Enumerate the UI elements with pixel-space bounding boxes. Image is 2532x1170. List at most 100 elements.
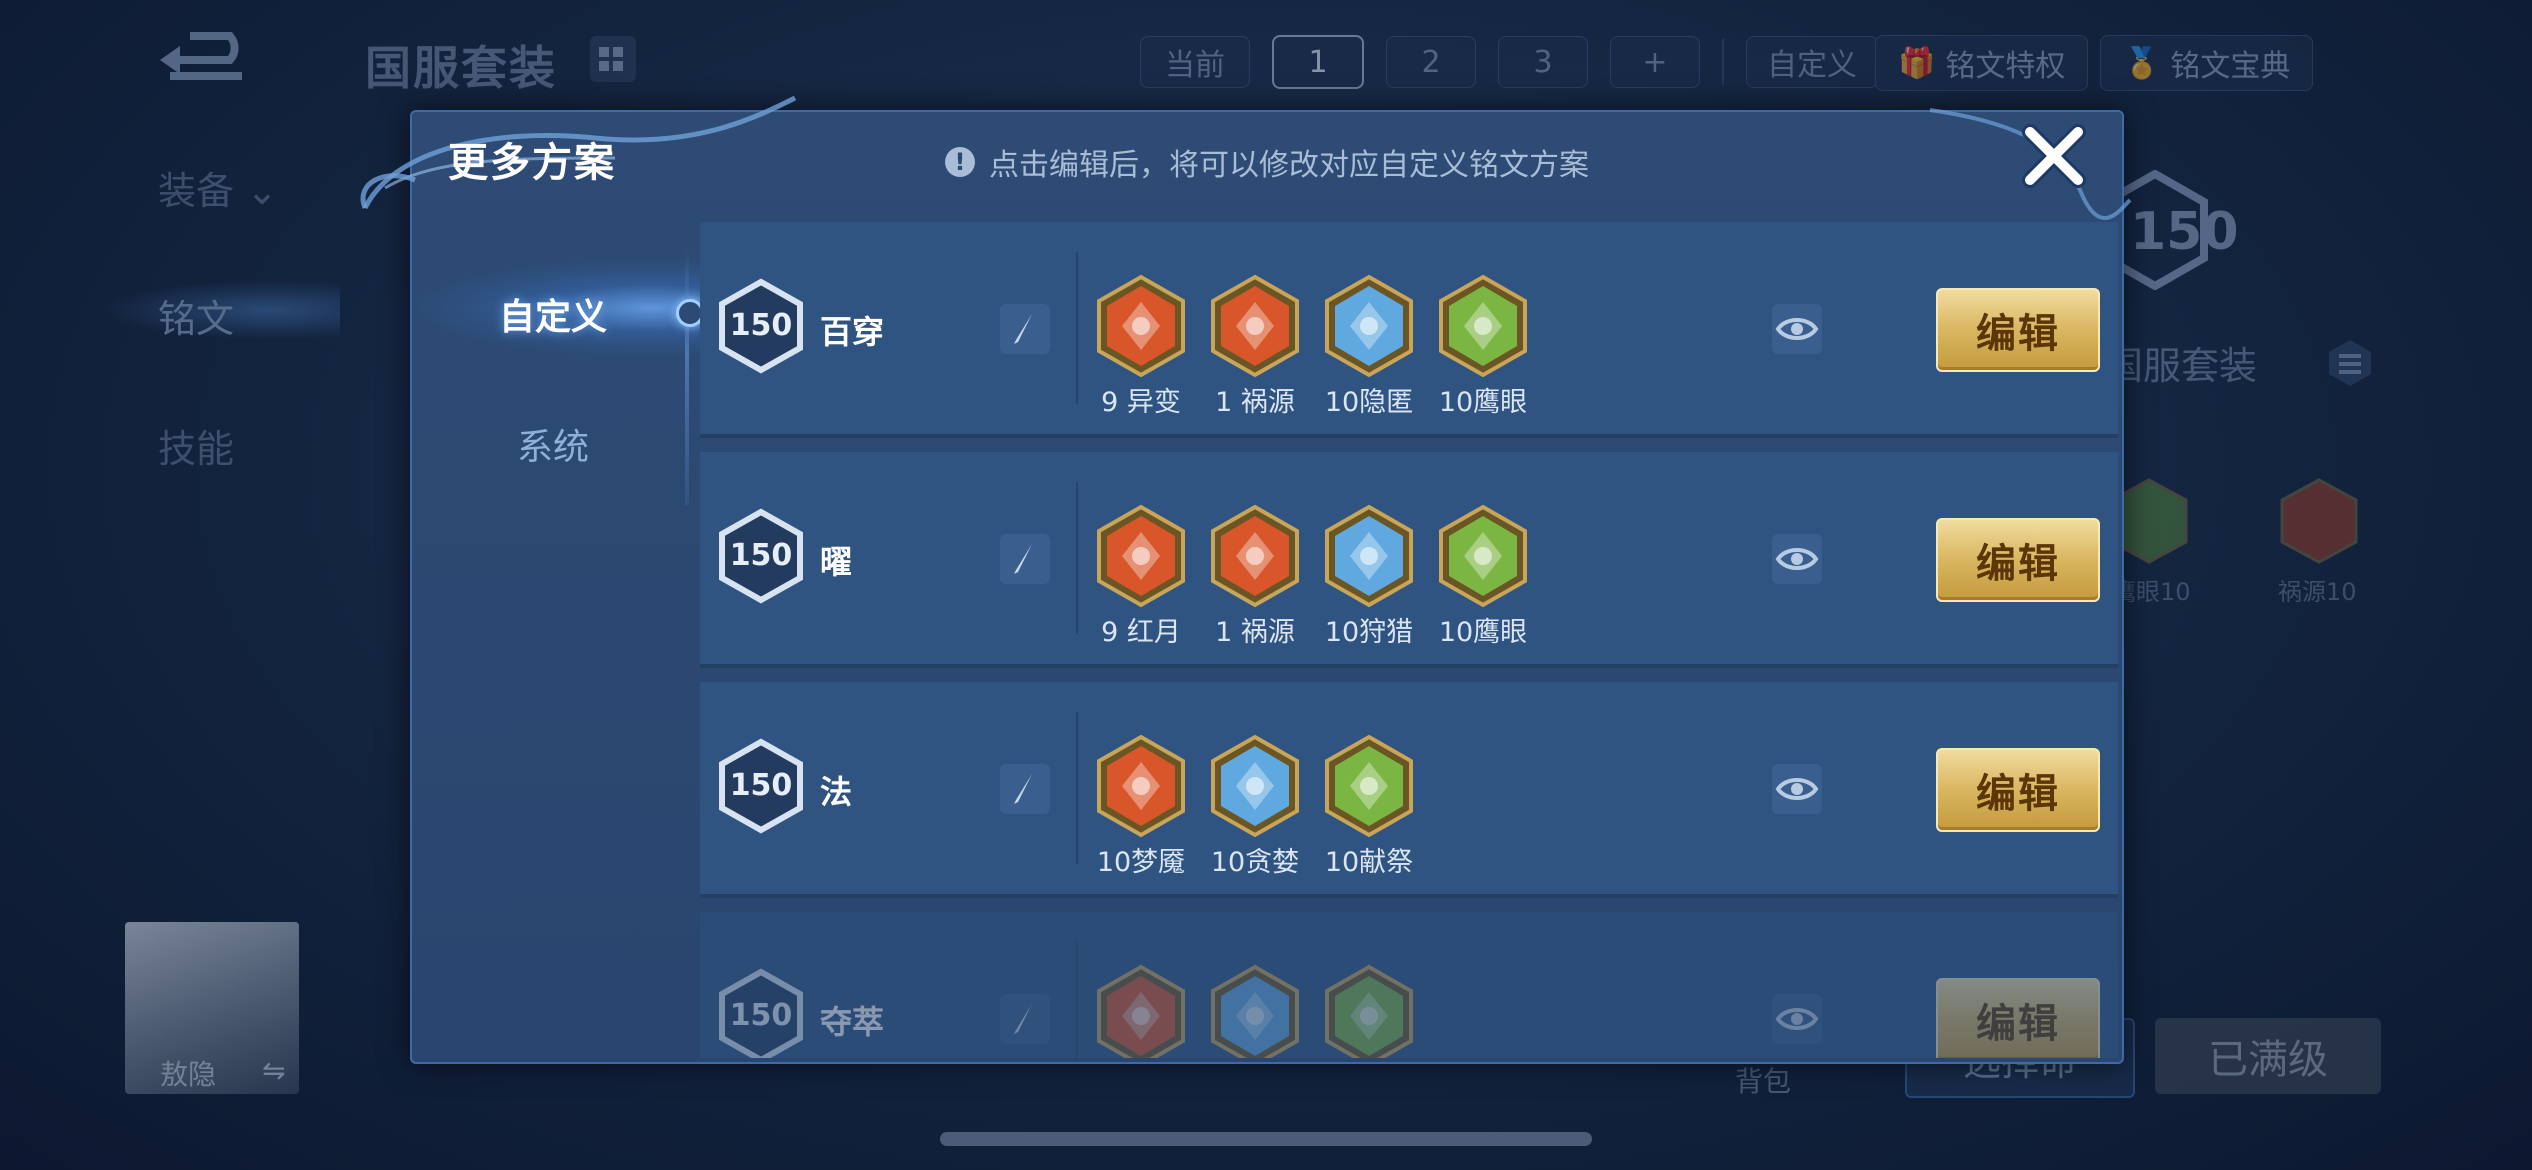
rune-label: 祸源10 bbox=[2278, 578, 2357, 606]
level-badge: 150 bbox=[718, 738, 804, 834]
rune-icon bbox=[1096, 274, 1186, 378]
rune-privilege-label: 铭文特权 bbox=[1945, 49, 2066, 84]
hint-text: 点击编辑后，将可以修改对应自定义铭文方案 bbox=[989, 148, 1589, 183]
scheme-list: 150 百穿 9 异变 1 祸源 10隐匿 10鹰眼 编辑 150 曜 9 红月 1 祸源 10狩猎 1… bbox=[700, 222, 2118, 1058]
rune-icon bbox=[1438, 274, 1528, 378]
edit-button[interactable]: 编辑 bbox=[1936, 288, 2100, 372]
scheme-row: 150 曜 9 红月 1 祸源 10狩猎 10鹰眼 编辑 bbox=[700, 452, 2118, 668]
scheme-name: 法 bbox=[820, 773, 853, 811]
grid-icon[interactable] bbox=[590, 36, 636, 82]
divider bbox=[1076, 942, 1078, 1058]
tab-add[interactable]: + bbox=[1610, 36, 1700, 88]
rune-icon bbox=[1210, 734, 1300, 838]
rune-icon bbox=[2280, 478, 2358, 564]
rune-guide-button[interactable]: 🏅 铭文宝典 bbox=[2100, 35, 2314, 91]
pencil-icon bbox=[1014, 314, 1032, 344]
preview-button[interactable] bbox=[1772, 764, 1822, 814]
suit-label: 国服套装 bbox=[2105, 344, 2258, 388]
rune-label: 10献祭 bbox=[1324, 847, 1414, 878]
rune-guide-label: 铭文宝典 bbox=[2170, 49, 2291, 84]
bag-label: 背包 bbox=[1735, 1065, 1792, 1098]
maxed-button[interactable]: 已满级 bbox=[2155, 1018, 2381, 1094]
side-tab-track bbox=[685, 250, 689, 505]
scheme-row: 150 百穿 9 异变 1 祸源 10隐匿 10鹰眼 编辑 bbox=[700, 222, 2118, 438]
close-icon[interactable] bbox=[2020, 122, 2088, 190]
rune-label: 10梦魇 bbox=[1096, 847, 1186, 878]
rune-label: 10鹰眼 bbox=[1438, 387, 1528, 418]
rune-label: 1 祸源 bbox=[1215, 387, 1295, 418]
scheme-row: 150 法 10梦魇 10贪婪 10献祭 编辑 bbox=[700, 682, 2118, 898]
preview-button[interactable] bbox=[1772, 994, 1822, 1044]
edit-button[interactable]: 编辑 bbox=[1936, 748, 2100, 832]
chevron-down-icon: ⌄ bbox=[246, 169, 278, 213]
scheme-name: 曜 bbox=[820, 543, 853, 581]
tab-system-schemes[interactable]: 系统 bbox=[448, 418, 658, 470]
badge-icon: 🏅 bbox=[2123, 45, 2161, 81]
level-badge: 150 bbox=[718, 508, 804, 604]
divider bbox=[1076, 252, 1078, 404]
level-value: 150 bbox=[729, 308, 793, 343]
rename-button[interactable] bbox=[1000, 534, 1050, 584]
tab-page-1[interactable]: 1 bbox=[1272, 35, 1364, 89]
rune-icon bbox=[1096, 964, 1186, 1058]
info-icon: ! bbox=[945, 147, 975, 177]
rename-button[interactable] bbox=[1000, 994, 1050, 1044]
side-item-skills[interactable]: 技能 bbox=[158, 418, 234, 473]
preview-button[interactable] bbox=[1772, 534, 1822, 584]
eye-icon bbox=[1775, 318, 1819, 340]
rename-button[interactable] bbox=[1000, 764, 1050, 814]
side-item-runes[interactable]: 铭文 bbox=[158, 288, 234, 343]
rune-icon bbox=[1438, 504, 1528, 608]
modal-hint: ! 点击编辑后，将可以修改对应自定义铭文方案 bbox=[945, 140, 1589, 184]
rune-privilege-button[interactable]: 🎁 铭文特权 bbox=[1875, 35, 2089, 91]
edit-button[interactable]: 编辑 bbox=[1936, 978, 2100, 1058]
edit-button[interactable]: 编辑 bbox=[1936, 518, 2100, 602]
rune-icon bbox=[1210, 274, 1300, 378]
scheme-name: 百穿 bbox=[820, 313, 885, 351]
level-badge: 150 bbox=[718, 278, 804, 374]
rune-icon bbox=[1324, 274, 1414, 378]
pencil-icon bbox=[1014, 774, 1032, 804]
eye-icon bbox=[1775, 1008, 1819, 1030]
rune-label: 9 异变 bbox=[1101, 387, 1181, 418]
tab-custom-schemes[interactable]: 自定义 bbox=[448, 288, 658, 340]
rune-icon bbox=[1324, 964, 1414, 1058]
rune-label: 9 红月 bbox=[1101, 617, 1181, 648]
swap-icon[interactable]: ⇋ bbox=[262, 1054, 285, 1087]
level-value: 150 bbox=[729, 768, 793, 803]
tab-current[interactable]: 当前 bbox=[1140, 36, 1250, 88]
home-indicator[interactable] bbox=[940, 1132, 1592, 1146]
scheme-tabs: 当前 1 2 3 + 自定义 bbox=[1140, 35, 1878, 89]
rune-icon bbox=[1096, 734, 1186, 838]
preview-button[interactable] bbox=[1772, 304, 1822, 354]
rename-button[interactable] bbox=[1000, 304, 1050, 354]
rune-label: 10贪婪 bbox=[1210, 847, 1300, 878]
rune-label: 10隐匿 bbox=[1324, 387, 1414, 418]
list-icon[interactable] bbox=[2325, 338, 2375, 388]
rune-label: 1 祸源 bbox=[1215, 617, 1295, 648]
rune-icon bbox=[1324, 734, 1414, 838]
scheme-name: 夺萃 bbox=[820, 1003, 885, 1041]
level-value: 150 bbox=[729, 538, 793, 573]
tab-page-2[interactable]: 2 bbox=[1386, 36, 1476, 88]
level-value: 150 bbox=[729, 998, 793, 1033]
rune-icon bbox=[1210, 504, 1300, 608]
rune-label: 10鹰眼 bbox=[1438, 617, 1528, 648]
gift-icon: 🎁 bbox=[1898, 45, 1936, 81]
rune-icon bbox=[1210, 964, 1300, 1058]
divider bbox=[1076, 712, 1078, 864]
rune-icon bbox=[1324, 504, 1414, 608]
rune-icon bbox=[1096, 504, 1186, 608]
side-item-equipment[interactable]: 装备 ⌄ bbox=[158, 160, 278, 215]
rune-label: 10狩猎 bbox=[1324, 617, 1414, 648]
tab-page-3[interactable]: 3 bbox=[1498, 36, 1588, 88]
scheme-row: 150 夺萃 编辑 bbox=[700, 912, 2118, 1058]
tab-custom[interactable]: 自定义 bbox=[1746, 36, 1878, 88]
level-badge: 150 bbox=[718, 968, 804, 1058]
hero-name: 敖隐 bbox=[160, 1058, 217, 1091]
divider bbox=[1722, 39, 1724, 85]
eye-icon bbox=[1775, 778, 1819, 800]
pencil-icon bbox=[1014, 1004, 1032, 1034]
eye-icon bbox=[1775, 548, 1819, 570]
back-icon[interactable] bbox=[150, 30, 260, 90]
